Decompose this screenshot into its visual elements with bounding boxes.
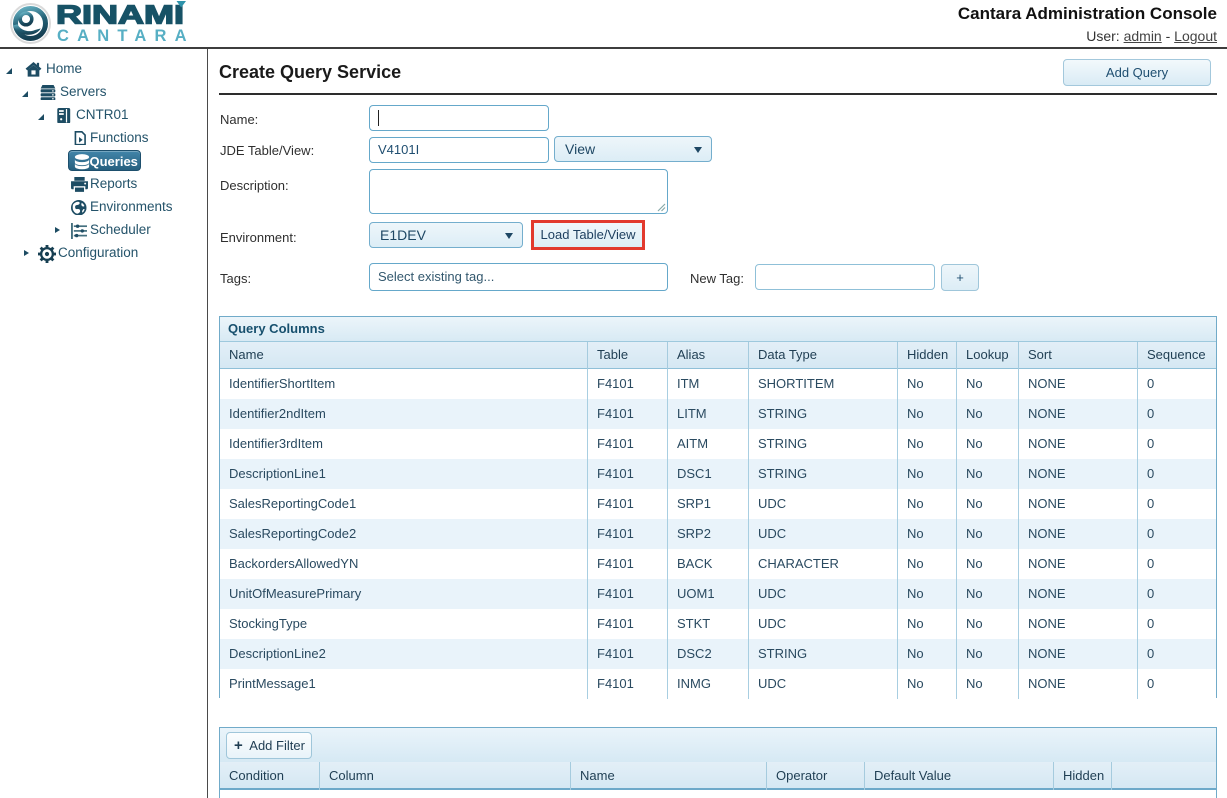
svg-text:RINAMI: RINAMI <box>56 0 184 30</box>
svg-text:CANTARA: CANTARA <box>57 27 195 45</box>
